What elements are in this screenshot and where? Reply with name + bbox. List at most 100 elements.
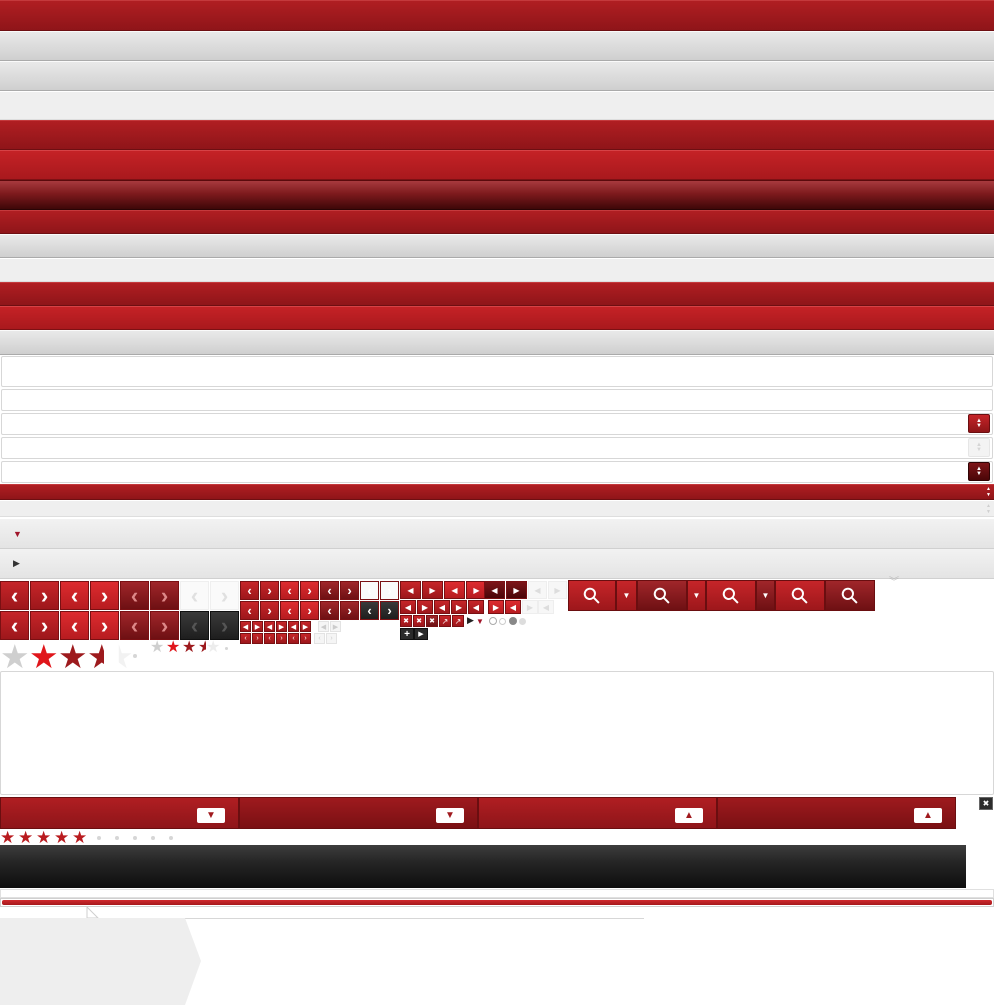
prev-button-mini-active[interactable]: ◀ — [484, 581, 505, 599]
compact-spinner-red[interactable]: ▲ ▼ — [0, 484, 994, 500]
dialog-close-button[interactable]: ✖ — [979, 797, 993, 810]
next-button-tiny[interactable]: › — [252, 633, 263, 644]
next-button-mini-active[interactable]: ▶ — [506, 581, 527, 599]
prev-button-mini[interactable]: ◀ — [400, 600, 416, 614]
next-button-active[interactable]: › — [150, 611, 179, 640]
next-button[interactable]: › — [30, 611, 59, 640]
rating-cancel-dot[interactable] — [133, 654, 137, 658]
accordion-header-collapsed[interactable]: ▶ — [0, 549, 994, 579]
next-button-tiny[interactable]: › — [300, 633, 311, 644]
next-button-mini[interactable]: ▶ — [488, 600, 504, 614]
accordion-header-expanded[interactable]: ▼ — [0, 518, 994, 549]
next-button-small-hover[interactable]: › — [300, 581, 319, 600]
prev-button-active[interactable]: ‹ — [120, 581, 149, 610]
number-input-spinner[interactable]: ▲ ▼ — [1, 413, 993, 435]
star-icon[interactable]: ★ — [54, 829, 69, 846]
search-dropdown-button-active[interactable]: ▼ — [756, 580, 775, 611]
star-icon[interactable]: ★ — [182, 640, 196, 656]
prev-button-tiny[interactable]: ◀ — [264, 621, 275, 632]
star-icon[interactable]: ★ — [18, 829, 33, 846]
prev-button-mini[interactable]: ◀ — [468, 600, 484, 614]
dropdown-toggle[interactable]: ▲ — [914, 808, 942, 823]
text-input-large[interactable] — [1, 356, 993, 387]
next-button-hover[interactable]: › — [90, 581, 119, 610]
star-icon[interactable]: ★ — [206, 640, 220, 656]
star-rating-full[interactable]: ★ ★ ★ ★ ★ — [0, 829, 180, 846]
prev-button-small-active[interactable]: ‹ — [320, 581, 339, 600]
prev-button[interactable]: ‹ — [0, 611, 29, 640]
next-button-mini[interactable]: ▶ — [417, 600, 433, 614]
next-button-small-active[interactable]: › — [340, 581, 359, 600]
prev-button-small[interactable]: ‹ — [240, 601, 259, 620]
star-icon[interactable]: ★ — [119, 640, 134, 673]
search-button-active[interactable]: ⚲ — [637, 580, 687, 611]
close-button[interactable]: ✖ — [413, 615, 425, 627]
prev-button-mini[interactable]: ◀ — [400, 581, 421, 599]
button-bar-red[interactable] — [0, 120, 994, 150]
textarea[interactable] — [0, 671, 994, 795]
text-input[interactable] — [1, 389, 993, 411]
button-bar-active[interactable] — [0, 180, 994, 210]
star-rating-small[interactable]: ★ ★ ★ ★ ★ — [150, 640, 230, 656]
search-button[interactable]: ⚲ — [568, 580, 616, 611]
prev-button-hover[interactable]: ‹ — [60, 611, 89, 640]
spinner-button[interactable]: ▲ ▼ — [968, 414, 990, 433]
next-button-dark[interactable]: › — [210, 611, 239, 640]
star-half-icon[interactable]: ★ — [198, 640, 206, 656]
next-button-small-hover[interactable]: › — [300, 601, 319, 620]
rating-cancel-dot[interactable] — [225, 647, 228, 650]
star-half-icon[interactable]: ★ — [87, 640, 104, 673]
next-button-tiny[interactable]: ▶ — [300, 621, 311, 632]
dropdown-toggle[interactable]: ▲ — [675, 808, 703, 823]
search-button-hover[interactable]: ⚲ — [706, 580, 756, 611]
add-button[interactable]: + — [400, 628, 414, 640]
star-icon[interactable]: ★ — [0, 640, 30, 673]
dropdown-expanded-hover[interactable]: ▲ — [717, 797, 956, 829]
prev-button-small-hover[interactable]: ‹ — [280, 601, 299, 620]
next-button-small-dark[interactable]: › — [380, 601, 399, 620]
number-input-active[interactable]: ▲ ▼ — [1, 461, 993, 483]
next-button-active[interactable]: › — [150, 581, 179, 610]
next-button-tiny[interactable]: › — [276, 633, 287, 644]
compact-spinner-button[interactable]: ▲ ▼ — [986, 486, 991, 498]
star-icon[interactable]: ★ — [36, 829, 51, 846]
prev-button-tiny[interactable]: ‹ — [264, 633, 275, 644]
dropdown-expanded[interactable]: ▲ — [478, 797, 717, 829]
star-icon[interactable]: ★ — [29, 640, 59, 673]
prev-button-mini[interactable]: ◀ — [434, 600, 450, 614]
next-button-small[interactable]: › — [260, 581, 279, 600]
dropdown-collapsed[interactable]: ▼ — [0, 797, 239, 829]
next-button-hover[interactable]: › — [90, 611, 119, 640]
prev-button-tiny[interactable]: ◀ — [288, 621, 299, 632]
next-button[interactable]: › — [30, 581, 59, 610]
prev-button-tiny[interactable]: ‹ — [240, 633, 251, 644]
expand-button[interactable]: ↗ — [439, 615, 451, 627]
prev-button-mini-hover[interactable]: ◀ — [444, 581, 465, 599]
search-dropdown-button[interactable]: ▼ — [616, 580, 637, 611]
search-dropdown-button[interactable]: ▼ — [687, 580, 706, 611]
star-rating-large[interactable]: ★ ★ ★ ★ ★ — [0, 640, 134, 674]
next-button-tiny[interactable]: ▶ — [276, 621, 287, 632]
prev-button-hover[interactable]: ‹ — [60, 581, 89, 610]
prev-button[interactable]: ‹ — [0, 581, 29, 610]
next-button-tiny[interactable]: ▶ — [252, 621, 263, 632]
prev-button-mini[interactable]: ◀ — [505, 600, 521, 614]
prev-button-small-hover[interactable]: ‹ — [280, 581, 299, 600]
next-button-small-active[interactable]: › — [340, 601, 359, 620]
prev-button-tiny[interactable]: ◀ — [240, 621, 251, 632]
star-icon[interactable]: ★ — [0, 829, 15, 846]
search-button-plain-active[interactable]: ⚲ — [825, 580, 875, 611]
next-button-mini[interactable]: ▶ — [451, 600, 467, 614]
prev-button-small-active[interactable]: ‹ — [320, 601, 339, 620]
close-button-active[interactable]: ✖ — [426, 615, 438, 627]
dropdown-toggle[interactable]: ▼ — [197, 808, 225, 823]
expand-button[interactable]: ↗ — [452, 615, 464, 627]
prev-button-dark[interactable]: ‹ — [180, 611, 209, 640]
prev-button-active[interactable]: ‹ — [120, 611, 149, 640]
star-icon[interactable]: ★ — [150, 640, 164, 656]
star-icon[interactable]: ★ — [58, 640, 88, 673]
spinner-button-active[interactable]: ▲ ▼ — [968, 462, 990, 481]
prev-button-small-dark[interactable]: ‹ — [360, 601, 379, 620]
next-button-small[interactable]: › — [260, 601, 279, 620]
prev-button-small[interactable]: ‹ — [240, 581, 259, 600]
